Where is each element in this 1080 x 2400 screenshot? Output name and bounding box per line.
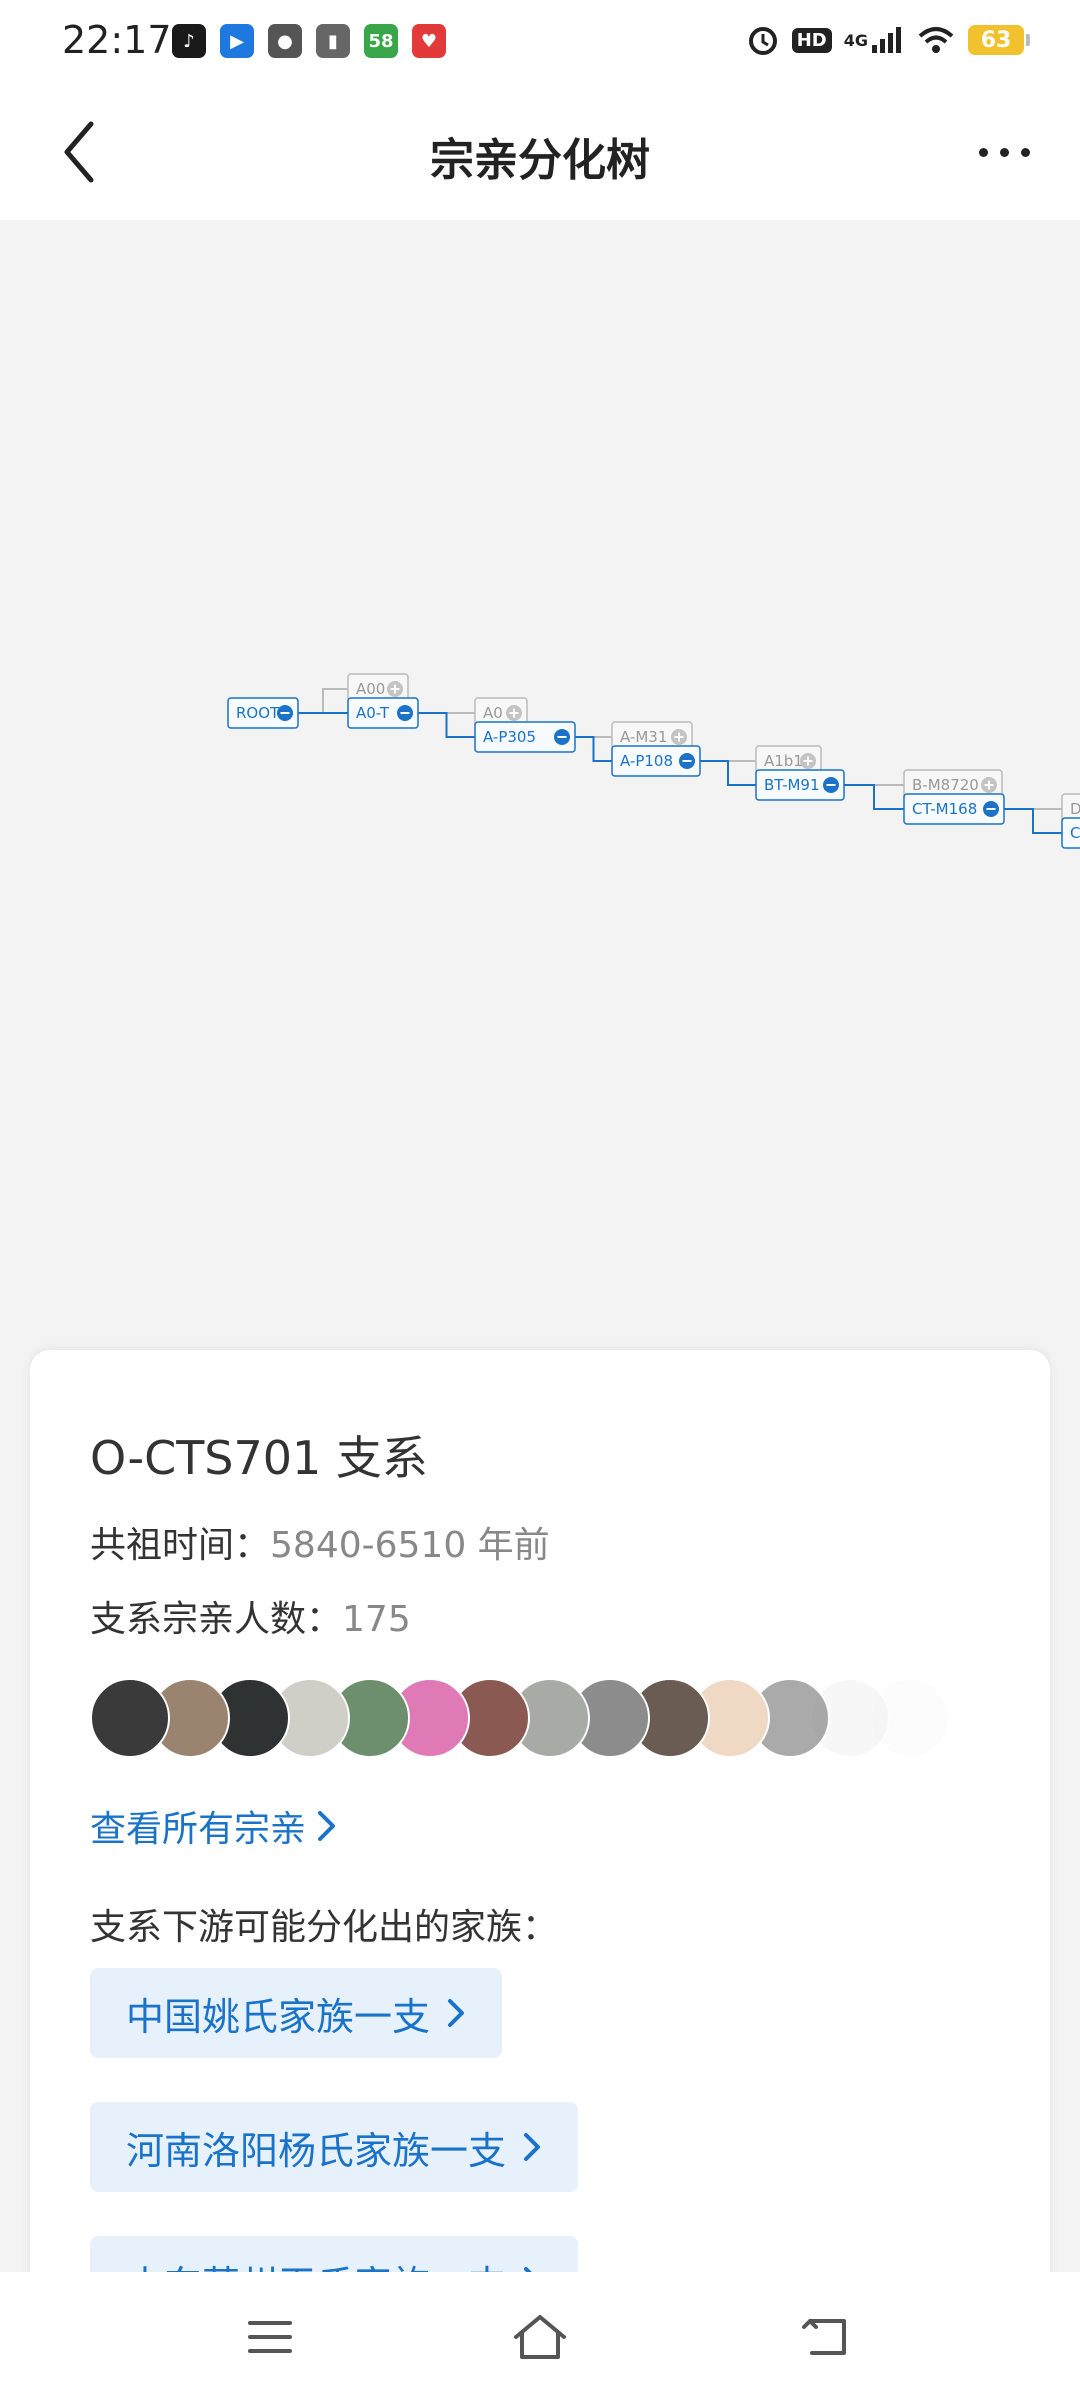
app-header: 宗亲分化树 <box>0 84 1080 220</box>
tree-node-label: A0 <box>483 704 503 722</box>
status-time: 22:17 <box>62 18 172 62</box>
notification-icons: ♪ ▶ ● ▮ 58 ♥ <box>172 24 446 58</box>
tree-node-label: CT-M168 <box>912 800 977 818</box>
page-title: 宗亲分化树 <box>430 135 650 186</box>
tree-node[interactable]: A-P108 <box>611 745 701 777</box>
tree-node-label: B-M8720 <box>912 776 979 794</box>
family-chip[interactable]: 河南洛阳杨氏家族一支 <box>90 2102 579 2192</box>
home-icon <box>514 2315 566 2359</box>
tree-node[interactable]: CT-M168 <box>903 793 1005 825</box>
battery-icon: 63 <box>968 25 1030 55</box>
tree-node-label: A-P108 <box>620 752 673 770</box>
58-app-icon: 58 <box>364 24 398 58</box>
chat-bubble-icon: ● <box>268 24 302 58</box>
home-button[interactable] <box>500 2302 580 2372</box>
tree-node-label: A0-T <box>356 704 390 722</box>
menu-icon <box>248 2321 292 2353</box>
lineage-tree[interactable]: ROOT A00 A0-T A0 A-P305 A-M31 A-P108 A1b1 BT-M91… <box>0 220 1080 1350</box>
hd-icon: HD <box>791 22 832 58</box>
tree-node[interactable]: A-P305 <box>474 721 576 753</box>
tree-connector <box>844 784 904 810</box>
family-chip-label: 河南洛阳杨氏家族一支 <box>126 2128 507 2173</box>
lineage-tree-canvas[interactable]: ROOT A00 A0-T A0 A-P305 A-M31 A-P108 A1b1 BT-M91… <box>0 220 1080 1350</box>
battery-saver-icon: ▮ <box>316 24 350 58</box>
view-all-members-label: 查看所有宗亲 <box>90 1809 307 1850</box>
tree-node-label: C <box>1070 824 1080 842</box>
recent-apps-button[interactable] <box>230 2302 310 2372</box>
common-ancestor-time-value: 5840-6510 年前 <box>270 1525 550 1566</box>
common-ancestor-time-label: 共祖时间： <box>90 1525 271 1566</box>
branch-info-card: O-CTS701 支系 共祖时间：5840-6510 年前 支系宗亲人数：175… <box>30 1350 1050 2400</box>
chevron-right-icon <box>524 2133 541 2161</box>
chevron-right-icon <box>448 1999 465 2027</box>
more-options-button[interactable] <box>964 124 1044 180</box>
family-chip-label: 中国姚氏家族一支 <box>126 1994 431 2039</box>
signal-icon: 4G <box>844 22 904 58</box>
more-dot-icon <box>1020 147 1030 157</box>
tree-connector <box>298 688 348 714</box>
tree-connector <box>1004 808 1062 834</box>
tree-node-label: A1b1 <box>764 752 803 770</box>
view-all-members-link[interactable]: 查看所有宗亲 <box>90 1800 338 1852</box>
more-dot-icon <box>999 147 1009 157</box>
tree-node[interactable]: BT-M91 <box>755 769 845 801</box>
member-avatar[interactable] <box>90 1678 170 1758</box>
tree-node[interactable]: ROOT <box>227 697 299 729</box>
tree-node[interactable]: C <box>1061 817 1080 849</box>
status-indicators: HD 4G 63 <box>746 22 1030 58</box>
more-dot-icon <box>978 147 988 157</box>
branch-member-count-label: 支系宗亲人数： <box>90 1599 343 1640</box>
wifi-icon <box>916 22 956 58</box>
system-nav-bar <box>0 2272 1080 2400</box>
tree-node-label: BT-M91 <box>764 776 820 794</box>
family-chip[interactable]: 中国姚氏家族一支 <box>90 1968 503 2058</box>
alarm-icon <box>746 22 780 58</box>
tree-node-label: A-P305 <box>483 728 536 746</box>
chevron-right-icon <box>318 1811 336 1841</box>
tree-connector <box>418 712 475 738</box>
back-nav-button[interactable] <box>786 2302 866 2372</box>
member-avatars[interactable] <box>90 1678 990 1758</box>
tree-node-label: D <box>1070 800 1080 818</box>
tree-connector <box>575 736 612 762</box>
tree-connector <box>700 760 756 786</box>
tree-node-label: A-M31 <box>620 728 667 746</box>
downstream-families-label: 支系下游可能分化出的家族： <box>90 1907 559 1948</box>
tree-node-label: A00 <box>356 680 385 698</box>
branch-title: O-CTS701 支系 <box>90 1431 428 1485</box>
branch-member-count-value: 175 <box>342 1599 411 1640</box>
bookmark-app-icon: ▶ <box>220 24 254 58</box>
tree-node[interactable]: A0-T <box>347 697 419 729</box>
status-bar: 22:17 ♪ ▶ ● ▮ 58 ♥ HD 4G 63 <box>0 0 1080 84</box>
tree-node-label: ROOT <box>236 704 280 722</box>
tiktok-icon: ♪ <box>172 24 206 58</box>
common-ancestor-time: 共祖时间：5840-6510 年前 <box>90 1516 550 1568</box>
back-arrow-icon <box>802 2319 846 2355</box>
branch-member-count: 支系宗亲人数：175 <box>90 1590 411 1642</box>
screen: 22:17 ♪ ▶ ● ▮ 58 ♥ HD 4G 63 宗亲分化树 ROOT A… <box>0 0 1080 2400</box>
heart-app-icon: ♥ <box>412 24 446 58</box>
